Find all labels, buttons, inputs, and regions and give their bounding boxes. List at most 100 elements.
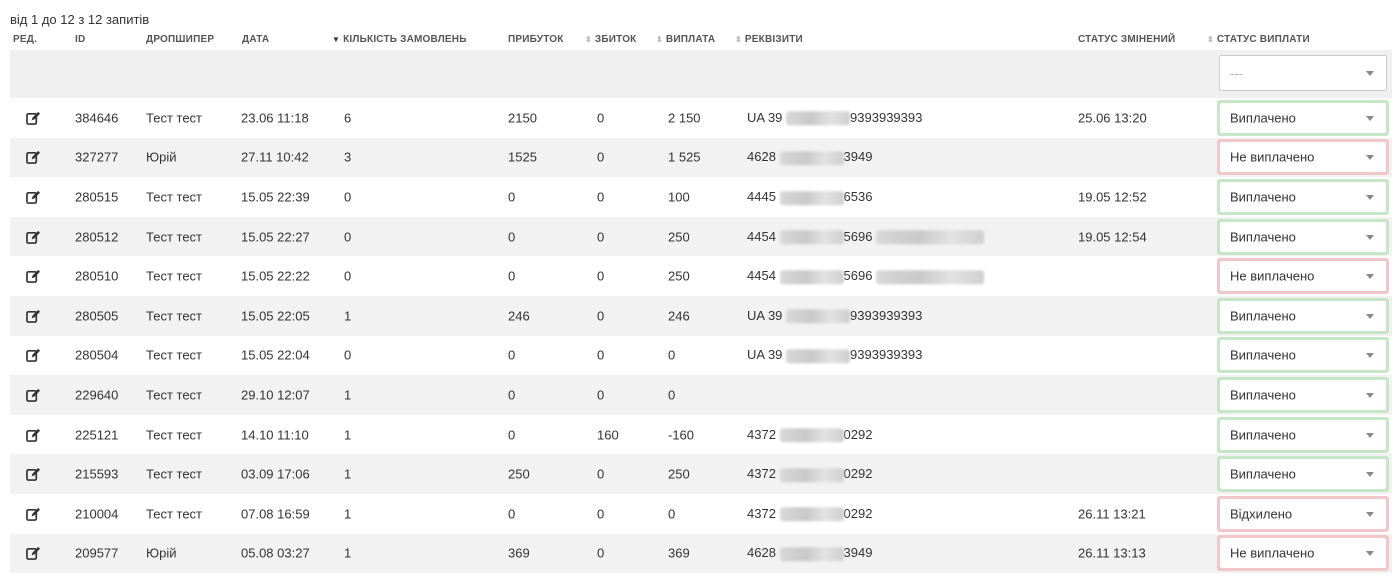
payout-status-select[interactable]: Виплачено xyxy=(1220,419,1386,450)
status-changed-cell: 19.05 12:52 xyxy=(1078,189,1147,205)
orders-cell: 1 xyxy=(344,387,352,403)
chevron-down-icon xyxy=(1366,115,1374,121)
col-header-payout-status[interactable]: ⬍ СТАТУС ВИПЛАТИ xyxy=(1207,34,1310,45)
col-header-status-changed[interactable]: СТАТУС ЗМІНЕНИЙ xyxy=(1078,34,1175,45)
payout-status-select[interactable]: Відхилено xyxy=(1220,498,1386,529)
payout-status-field: Не виплачено xyxy=(1217,139,1389,176)
loss-cell: 0 xyxy=(597,347,605,363)
payout-status-select[interactable]: Виплачено xyxy=(1220,221,1386,252)
edit-icon[interactable] xyxy=(26,230,41,244)
requisites-cell: 4628 3949 xyxy=(747,546,872,562)
requisites-prefix: 4454 xyxy=(747,268,776,284)
chevron-down-icon xyxy=(1366,194,1374,200)
masked-data xyxy=(779,467,844,482)
col-header-orders[interactable]: ▼ КІЛЬКІСТЬ ЗАМОВЛЕНЬ xyxy=(332,34,467,45)
edit-icon[interactable] xyxy=(26,111,41,125)
date-cell: 23.06 11:18 xyxy=(241,110,309,126)
payout-status-value: Виплачено xyxy=(1230,189,1296,205)
payout-status-select[interactable]: Виплачено xyxy=(1220,340,1386,371)
col-header-payout-status-label: СТАТУС ВИПЛАТИ xyxy=(1216,34,1310,45)
col-header-date[interactable]: ДАТА xyxy=(242,34,269,45)
chevron-down-icon xyxy=(1366,472,1374,478)
date-cell: 15.05 22:22 xyxy=(241,268,310,284)
requisites-cell: 4628 3949 xyxy=(747,150,872,166)
loss-cell: 0 xyxy=(597,149,605,165)
requisites-prefix: 4445 xyxy=(747,189,776,205)
col-header-loss-label: ЗБИТОК xyxy=(594,34,637,45)
requisites-cell: 4445 6536 xyxy=(747,189,872,205)
edit-icon[interactable] xyxy=(26,190,41,204)
payout-status-field: Виплачено xyxy=(1217,297,1389,334)
table-row: 280512 Тест тест 15.05 22:27 0 0 0 250 4454 569… xyxy=(10,216,1392,257)
payout-status-select[interactable]: Не виплачено xyxy=(1220,538,1386,569)
edit-icon[interactable] xyxy=(26,546,41,561)
orders-cell: 0 xyxy=(344,229,352,245)
chevron-down-icon xyxy=(1366,234,1374,240)
loss-cell: 0 xyxy=(597,229,605,245)
requisites-prefix: UA 39 xyxy=(747,110,783,126)
payout-status-value: Не виплачено xyxy=(1230,545,1315,561)
orders-cell: 1 xyxy=(344,427,352,443)
payout-cell: 2 150 xyxy=(668,110,701,126)
edit-icon[interactable] xyxy=(26,309,41,323)
col-header-dropshipper[interactable]: ДРОПШИПЕР xyxy=(146,34,214,45)
col-header-loss[interactable]: ⬍ ЗБИТОК xyxy=(585,34,637,45)
date-cell: 15.05 22:39 xyxy=(241,189,310,205)
filter-row xyxy=(10,50,1392,98)
table-row: 280515 Тест тест 15.05 22:39 0 0 0 100 4445 653… xyxy=(10,177,1392,217)
loss-cell: 0 xyxy=(597,545,605,561)
requisites-prefix: 4628 xyxy=(747,545,776,561)
masked-data xyxy=(786,309,851,324)
col-header-profit[interactable]: ПРИБУТОК xyxy=(508,34,564,45)
loss-cell: 0 xyxy=(597,506,605,522)
status-changed-cell: 26.11 13:21 xyxy=(1078,506,1146,522)
requisites-suffix: 9393939393 xyxy=(850,308,923,324)
payout-status-select[interactable]: Виплачено xyxy=(1220,102,1386,133)
payout-status-value: Виплачено xyxy=(1230,427,1296,443)
requisites-prefix: 4372 xyxy=(747,506,776,522)
dropshipper-cell: Тест тест xyxy=(146,427,202,443)
col-header-orders-label: КІЛЬКІСТЬ ЗАМОВЛЕНЬ xyxy=(343,34,467,45)
requisites-cell: 4372 0292 xyxy=(747,427,872,443)
payout-status-select[interactable]: Не виплачено xyxy=(1220,142,1386,173)
date-cell: 27.11 10:42 xyxy=(241,149,309,165)
masked-data xyxy=(779,230,844,245)
payout-status-select[interactable]: Виплачено xyxy=(1220,379,1386,410)
payout-status-select[interactable]: Виплачено xyxy=(1220,459,1386,490)
dropshipper-cell: Тест тест xyxy=(146,229,202,245)
payout-status-select[interactable]: Не виплачено xyxy=(1220,261,1386,292)
payout-status-select[interactable]: Виплачено xyxy=(1220,300,1386,331)
date-cell: 07.08 16:59 xyxy=(241,506,310,522)
dropshipper-cell: Юрій xyxy=(146,545,177,561)
edit-icon[interactable] xyxy=(26,388,41,402)
edit-icon[interactable] xyxy=(26,269,41,284)
payout-status-value: Не виплачено xyxy=(1230,268,1315,284)
col-header-payout[interactable]: ⬍ ВИПЛАТА xyxy=(656,34,715,45)
loss-cell: 0 xyxy=(597,110,605,126)
profit-cell: 0 xyxy=(508,189,516,205)
edit-icon[interactable] xyxy=(26,150,41,165)
payout-status-field: Не виплачено xyxy=(1217,258,1389,295)
edit-icon[interactable] xyxy=(26,428,41,442)
payout-status-filter-select[interactable]: --- xyxy=(1219,55,1387,91)
date-cell: 15.05 22:04 xyxy=(241,347,310,363)
payout-status-field: Виплачено xyxy=(1217,178,1389,215)
orders-cell: 6 xyxy=(344,110,352,126)
edit-icon[interactable] xyxy=(26,467,41,482)
table-row: 225121 Тест тест 14.10 11:10 1 0 160 -160 4372 … xyxy=(10,414,1392,455)
edit-icon[interactable] xyxy=(26,348,41,363)
profit-cell: 0 xyxy=(508,427,516,443)
col-header-payout-label: ВИПЛАТА xyxy=(665,34,716,45)
payout-status-value: Виплачено xyxy=(1230,308,1296,324)
edit-icon[interactable] xyxy=(26,507,41,521)
col-header-requisites[interactable]: ⬍ РЕКВІЗИТИ xyxy=(735,34,803,45)
col-header-requisites-label: РЕКВІЗИТИ xyxy=(744,34,803,45)
payout-status-select[interactable]: Виплачено xyxy=(1220,181,1386,212)
requisites-suffix: 9393939393 xyxy=(850,347,923,363)
sort-icon: ⬍ xyxy=(585,35,592,44)
dropshipper-cell: Тест тест xyxy=(146,347,202,363)
payout-status-field: Виплачено xyxy=(1217,456,1389,493)
profit-cell: 0 xyxy=(508,506,516,522)
loss-cell: 160 xyxy=(597,427,619,443)
col-header-id[interactable]: ID xyxy=(75,34,85,45)
